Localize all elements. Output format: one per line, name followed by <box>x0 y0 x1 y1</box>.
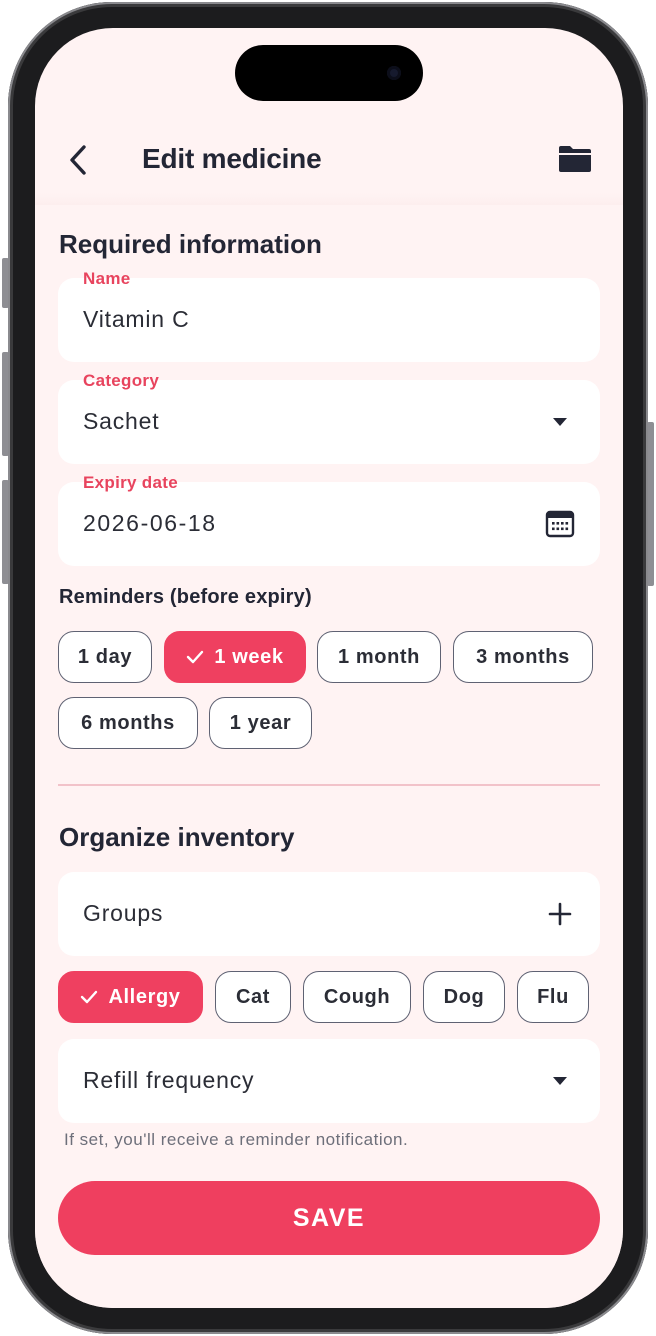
page-title: Edit medicine <box>142 143 322 174</box>
category-caret <box>542 404 578 440</box>
chip-label: 6 months <box>81 711 175 734</box>
expiry-date-field[interactable]: 2026-06-18 <box>58 482 600 566</box>
folder-button[interactable] <box>555 141 595 177</box>
calendar-button[interactable] <box>542 506 578 542</box>
check-icon <box>80 990 98 1004</box>
name-label: Name <box>83 269 131 288</box>
chip-label: 3 months <box>476 645 570 668</box>
name-value: Vitamin C <box>83 306 190 332</box>
camera-icon <box>387 66 401 80</box>
section-title-required: Required information <box>59 229 322 259</box>
expiry-date-value: 2026-06-18 <box>83 510 217 536</box>
plus-icon <box>548 902 572 926</box>
chevron-left-icon <box>70 145 86 175</box>
chip-label: Allergy <box>108 985 181 1008</box>
category-label: Category <box>83 371 160 390</box>
refill-caret <box>542 1063 578 1099</box>
reminder-chip-6-months[interactable]: 6 months <box>58 697 198 749</box>
folder-icon <box>559 146 591 172</box>
group-chip-dog[interactable]: Dog <box>423 971 505 1023</box>
chip-label: Dog <box>443 985 485 1008</box>
chip-label: Flu <box>537 985 569 1008</box>
category-value: Sachet <box>83 408 160 434</box>
group-chip-flu[interactable]: Flu <box>517 971 589 1023</box>
caret-down-icon <box>553 1077 567 1085</box>
reminder-chip-1-week[interactable]: 1 week <box>164 631 306 683</box>
reminder-chip-3-months[interactable]: 3 months <box>453 631 593 683</box>
groups-label: Groups <box>83 900 164 926</box>
section-title-inventory: Organize inventory <box>59 822 295 852</box>
reminder-chip-1-month[interactable]: 1 month <box>317 631 441 683</box>
chip-label: 1 week <box>214 645 284 668</box>
chip-label: Cat <box>235 985 271 1008</box>
header-divider <box>35 193 623 205</box>
add-group-button[interactable] <box>542 896 578 932</box>
screen: Edit medicine Required information Vitam… <box>35 28 623 1308</box>
chip-label: Cough <box>323 985 391 1008</box>
reminder-chip-1-day[interactable]: 1 day <box>58 631 152 683</box>
refill-hint: If set, you'll receive a reminder notifi… <box>64 1130 409 1149</box>
refill-frequency-label: Refill frequency <box>83 1067 255 1093</box>
chip-label: 1 year <box>229 711 292 734</box>
group-chip-cough[interactable]: Cough <box>303 971 411 1023</box>
save-button[interactable]: SAVE <box>58 1181 600 1255</box>
calendar-icon <box>545 510 575 538</box>
category-select[interactable]: Sachet <box>58 380 600 464</box>
section-divider <box>58 784 600 786</box>
dynamic-island <box>235 45 423 101</box>
reminder-chip-1-year[interactable]: 1 year <box>209 697 312 749</box>
group-chip-allergy[interactable]: Allergy <box>58 971 203 1023</box>
caret-down-icon <box>553 418 567 426</box>
reminders-title: Reminders (before expiry) <box>59 586 312 608</box>
back-button[interactable] <box>63 140 93 180</box>
chip-label: 1 month <box>338 645 420 668</box>
check-icon <box>186 650 204 664</box>
chip-label: 1 day <box>77 645 133 668</box>
name-field[interactable]: Vitamin C <box>58 278 600 362</box>
groups-field[interactable]: Groups <box>58 872 600 956</box>
group-chip-cat[interactable]: Cat <box>215 971 291 1023</box>
refill-frequency-select[interactable]: Refill frequency <box>58 1039 600 1123</box>
power-button <box>647 422 654 586</box>
expiry-date-label: Expiry date <box>83 473 178 492</box>
